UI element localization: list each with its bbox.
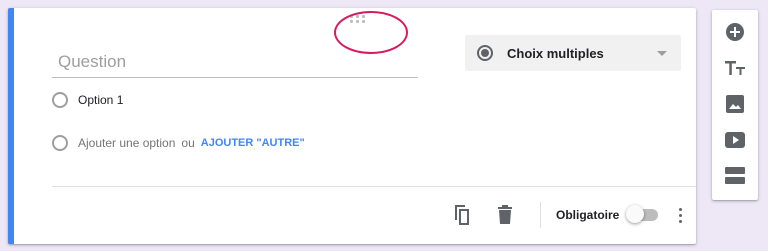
more-vert-icon: [678, 207, 682, 211]
question-type-dropdown[interactable]: Choix multiples: [465, 35, 681, 71]
add-video-button[interactable]: [723, 128, 747, 152]
option-row[interactable]: Option 1: [52, 89, 123, 111]
add-circle-icon: [726, 23, 744, 41]
duplicate-button[interactable]: [450, 203, 474, 227]
drag-handle-icon[interactable]: [350, 15, 368, 25]
footer-separator: [540, 202, 541, 228]
or-separator-text: ou: [181, 136, 195, 150]
radio-button-unchecked-icon: [52, 92, 68, 108]
question-type-label: Choix multiples: [507, 45, 604, 61]
trash-icon: [498, 205, 512, 224]
title-text-icon: [725, 61, 745, 75]
add-image-button[interactable]: [723, 92, 747, 116]
required-toggle[interactable]: [626, 205, 660, 223]
section-icon: [725, 167, 745, 184]
video-icon: [725, 132, 745, 148]
image-icon: [726, 95, 744, 113]
add-other-link[interactable]: AJOUTER "AUTRE": [201, 137, 305, 149]
radio-button-checked-icon: [477, 45, 493, 61]
option-label[interactable]: Option 1: [78, 93, 123, 107]
add-question-button[interactable]: [723, 20, 747, 44]
side-toolbar: [712, 10, 758, 200]
duplicate-icon: [455, 205, 469, 225]
add-title-button[interactable]: [723, 56, 747, 80]
add-option-row[interactable]: Ajouter une option ou AJOUTER "AUTRE": [52, 132, 305, 154]
add-option-input[interactable]: Ajouter une option: [78, 136, 175, 150]
footer-divider: [52, 186, 696, 187]
toggle-thumb: [626, 205, 644, 223]
question-title-input[interactable]: [52, 46, 418, 78]
more-options-button[interactable]: [674, 204, 686, 226]
dropdown-arrow-icon: [657, 50, 667, 56]
required-label: Obligatoire: [556, 208, 620, 222]
add-section-button[interactable]: [723, 164, 747, 188]
delete-button[interactable]: [493, 203, 517, 227]
radio-button-unchecked-icon: [52, 135, 68, 151]
question-card[interactable]: Choix multiples Option 1 Ajouter une opt…: [8, 8, 696, 244]
